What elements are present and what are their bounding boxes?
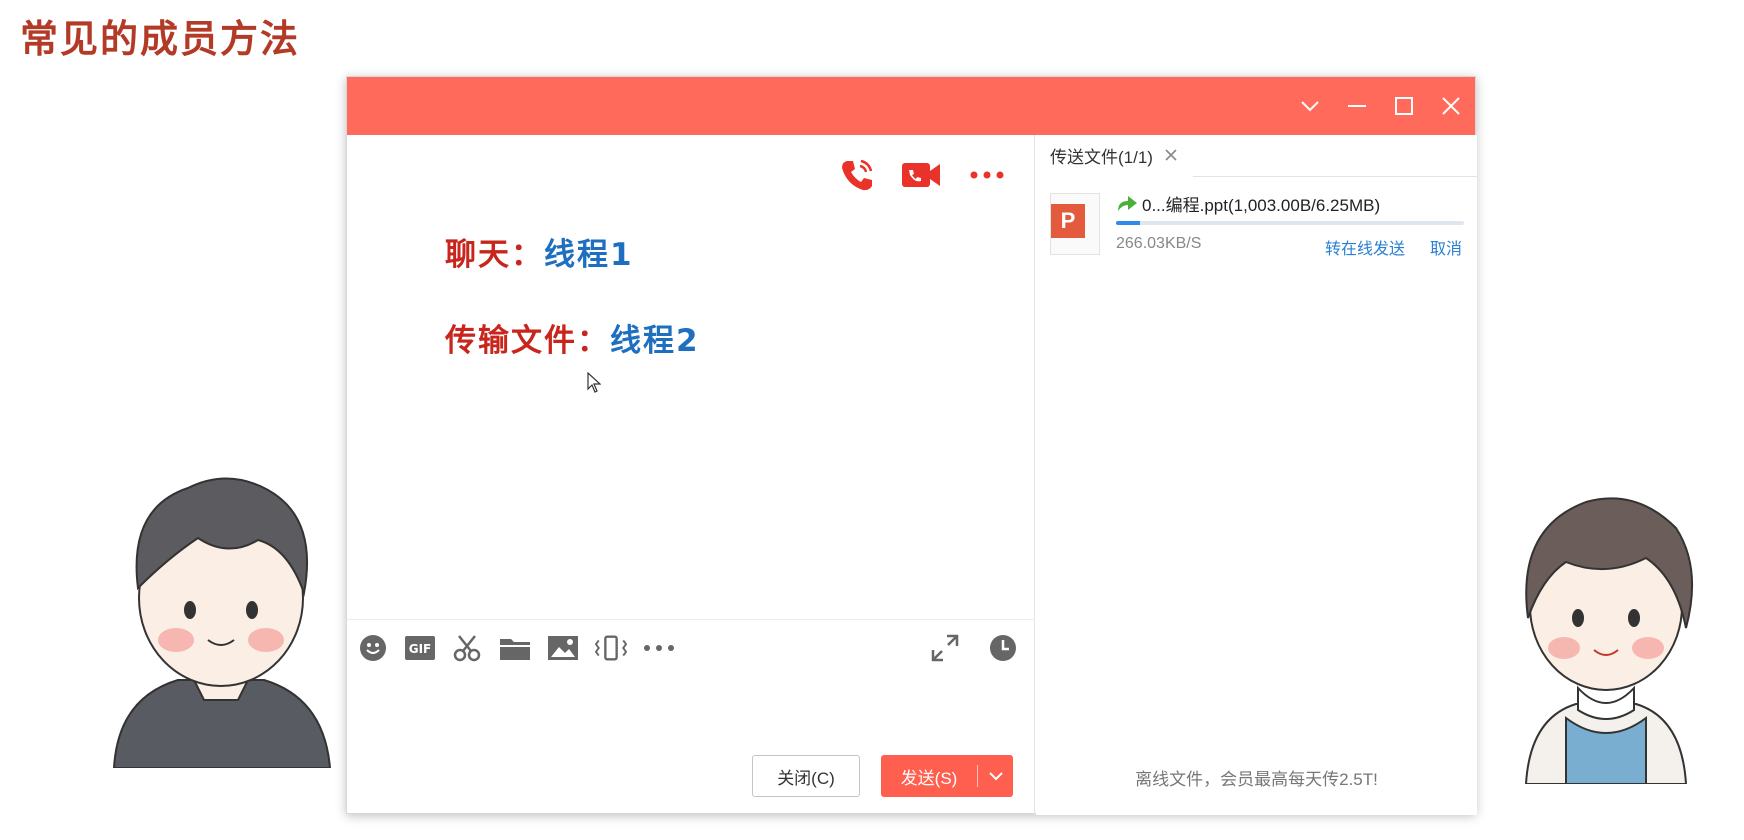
tab-file-transfer[interactable]: 传送文件(1/1) [1036,135,1193,177]
title-bar[interactable] [347,77,1475,135]
emoji-icon[interactable] [357,632,389,664]
girl-avatar [1524,497,1694,784]
cancel-link[interactable]: 取消 [1430,235,1462,259]
file-tab-bar: 传送文件(1/1) [1036,135,1477,177]
transfer-progress-fill [1116,221,1141,225]
transfer-speed: 266.03KB/S [1116,235,1202,252]
minimize-icon[interactable] [1342,91,1372,121]
offline-note: 离线文件，会员最高每天传2.5T! [1135,770,1378,789]
ppt-badge: P [1051,204,1085,238]
file-transfer-pane: 传送文件(1/1) P 0...编程.ppt(1,003.00B/6.25MB)… [1036,135,1477,815]
history-icon[interactable] [987,632,1019,664]
message-line: 聊天：线程1 [445,229,634,274]
expand-icon[interactable] [929,632,961,664]
close-button[interactable]: 关闭(C) [752,755,860,797]
send-options-chevron-icon[interactable] [978,771,1013,781]
image-icon[interactable] [547,632,579,664]
ppt-file-icon: P [1050,193,1100,255]
close-icon[interactable] [1436,91,1466,121]
svg-text:GIF: GIF [409,642,432,656]
chevron-down-icon[interactable] [1295,91,1325,121]
shake-icon[interactable] [595,632,627,664]
send-arrow-icon [1118,195,1137,211]
file-name: 0...编程.ppt(1,003.00B/6.25MB) [1116,191,1380,216]
message-value: 线程1 [544,237,634,273]
tab-close-icon[interactable] [1163,147,1179,163]
message-line: 传输文件：线程2 [445,315,700,360]
video-call-icon[interactable] [899,155,943,195]
maximize-icon[interactable] [1389,91,1419,121]
phone-call-icon[interactable] [835,155,879,195]
mouse-cursor-icon [587,372,601,393]
message-label: 聊天： [445,237,544,273]
folder-icon[interactable] [499,632,531,664]
boy-avatar [112,477,332,768]
gif-icon[interactable]: GIF [404,632,436,664]
offline-send-link[interactable]: 转在线发送 [1325,235,1405,259]
send-button[interactable]: 发送(S) [881,755,1013,797]
chat-pane: 聊天：线程1 传输文件：线程2 GIF 关闭(C) 发送(S) [347,135,1035,815]
slide: 常见的成员方法 聊天：线程1 传输文件：线程2 GIF 关闭(C) 发送(S) … [0,0,1744,840]
more-icon[interactable] [965,155,1009,195]
send-button-label: 发送(S) [900,768,958,788]
slide-title: 常见的成员方法 [20,17,301,61]
tab-label: 传送文件(1/1) [1050,147,1153,167]
message-label: 传输文件： [445,323,610,359]
chat-window: 聊天：线程1 传输文件：线程2 GIF 关闭(C) 发送(S) 传送文件(1/1… [346,76,1477,815]
message-value: 线程2 [610,323,700,359]
more-tools-icon[interactable] [643,632,675,664]
scissors-icon[interactable] [451,632,483,664]
transfer-progress-bar [1116,221,1464,225]
file-name-text: 0...编程.ppt(1,003.00B/6.25MB) [1142,196,1381,215]
input-toolbar: GIF [347,619,1035,675]
